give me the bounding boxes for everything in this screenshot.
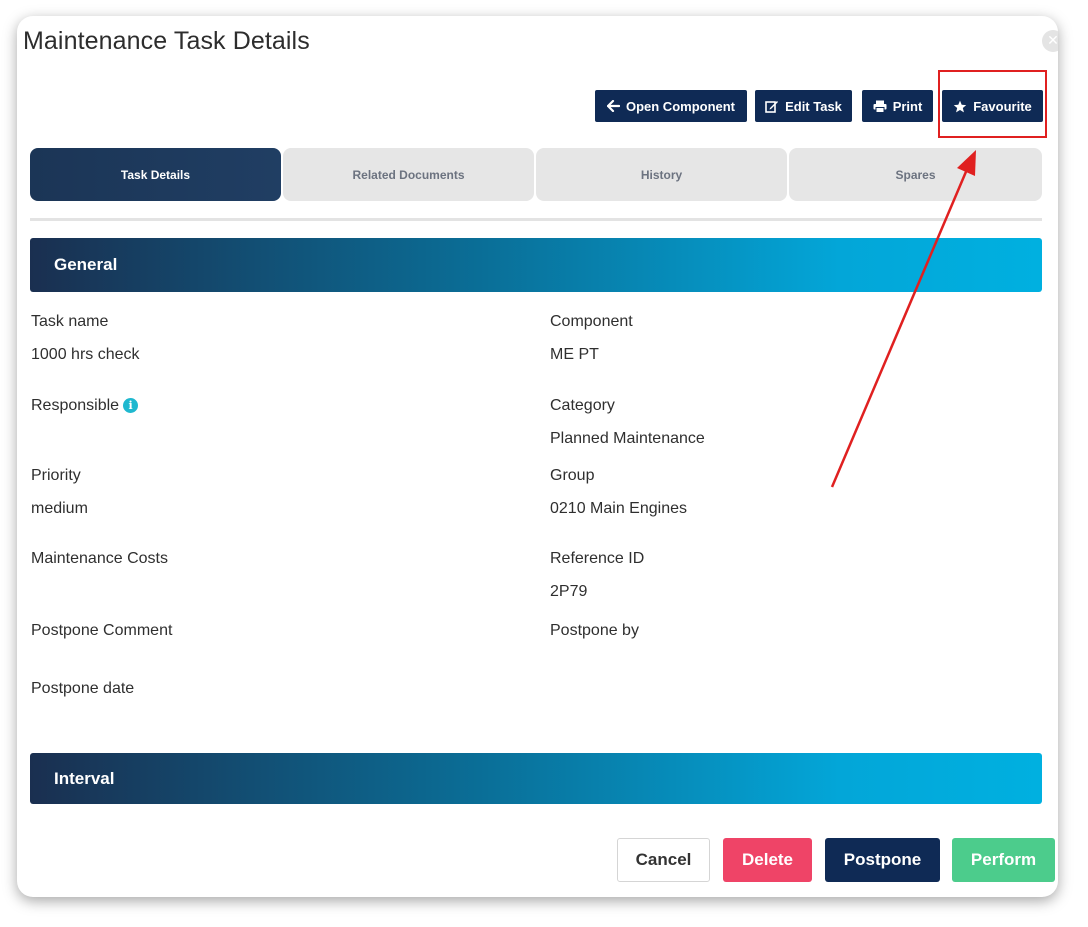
tab-history[interactable]: History [536,148,787,201]
tab-label: Related Documents [352,167,465,182]
general-section-header: General [30,238,1042,292]
task-name-value: 1000 hrs check [31,346,140,363]
perform-button[interactable]: Perform [952,838,1055,882]
close-icon[interactable]: ✕ [1042,30,1058,52]
print-label: Print [892,98,923,114]
printer-icon [873,100,887,113]
tab-label: Task Details [120,167,191,182]
tab-label: Spares [895,167,936,182]
section-title: Interval [54,768,115,788]
maintenance-costs-label: Maintenance Costs [31,550,168,567]
postpone-by-label: Postpone by [550,622,639,639]
reference-id-label: Reference ID [550,550,645,567]
component-label: Component [550,313,633,330]
tab-bar: Task Details Related Documents History S… [30,148,1042,201]
delete-button[interactable]: Delete [723,838,812,882]
postpone-comment-label: Postpone Comment [31,622,173,639]
tab-divider [30,218,1042,221]
tab-spares[interactable]: Spares [789,148,1042,201]
task-details-modal: Maintenance Task Details ✕ Open Componen… [17,16,1058,897]
tab-task-details[interactable]: Task Details [30,148,281,201]
tab-label: History [640,167,683,182]
edit-task-button[interactable]: Edit Task [755,90,852,122]
tab-related-documents[interactable]: Related Documents [283,148,534,201]
open-component-button[interactable]: Open Component [595,90,747,122]
responsible-label: Responsible i [31,397,139,415]
task-name-label: Task name [31,313,109,330]
interval-section-header[interactable]: Interval [30,753,1042,804]
category-value: Planned Maintenance [550,430,705,447]
print-button[interactable]: Print [862,90,933,122]
postpone-date-label: Postpone date [31,680,135,697]
group-label: Group [550,467,595,484]
info-icon[interactable]: i [123,398,139,413]
edit-icon [765,101,779,113]
priority-value: medium [31,500,88,517]
postpone-button[interactable]: Postpone [825,838,940,882]
favourite-highlight-box [938,70,1047,138]
reference-id-value: 2P79 [550,583,588,600]
group-value: 0210 Main Engines [550,500,687,517]
arrow-left-icon [606,100,620,112]
edit-task-label: Edit Task [785,98,842,114]
priority-label: Priority [31,467,81,484]
responsible-label-text: Responsible [31,397,120,414]
modal-title: Maintenance Task Details [23,27,310,55]
cancel-button[interactable]: Cancel [617,838,710,882]
component-value: ME PT [550,346,599,363]
category-label: Category [550,397,615,414]
open-component-label: Open Component [625,98,736,114]
section-title: General [54,255,118,274]
